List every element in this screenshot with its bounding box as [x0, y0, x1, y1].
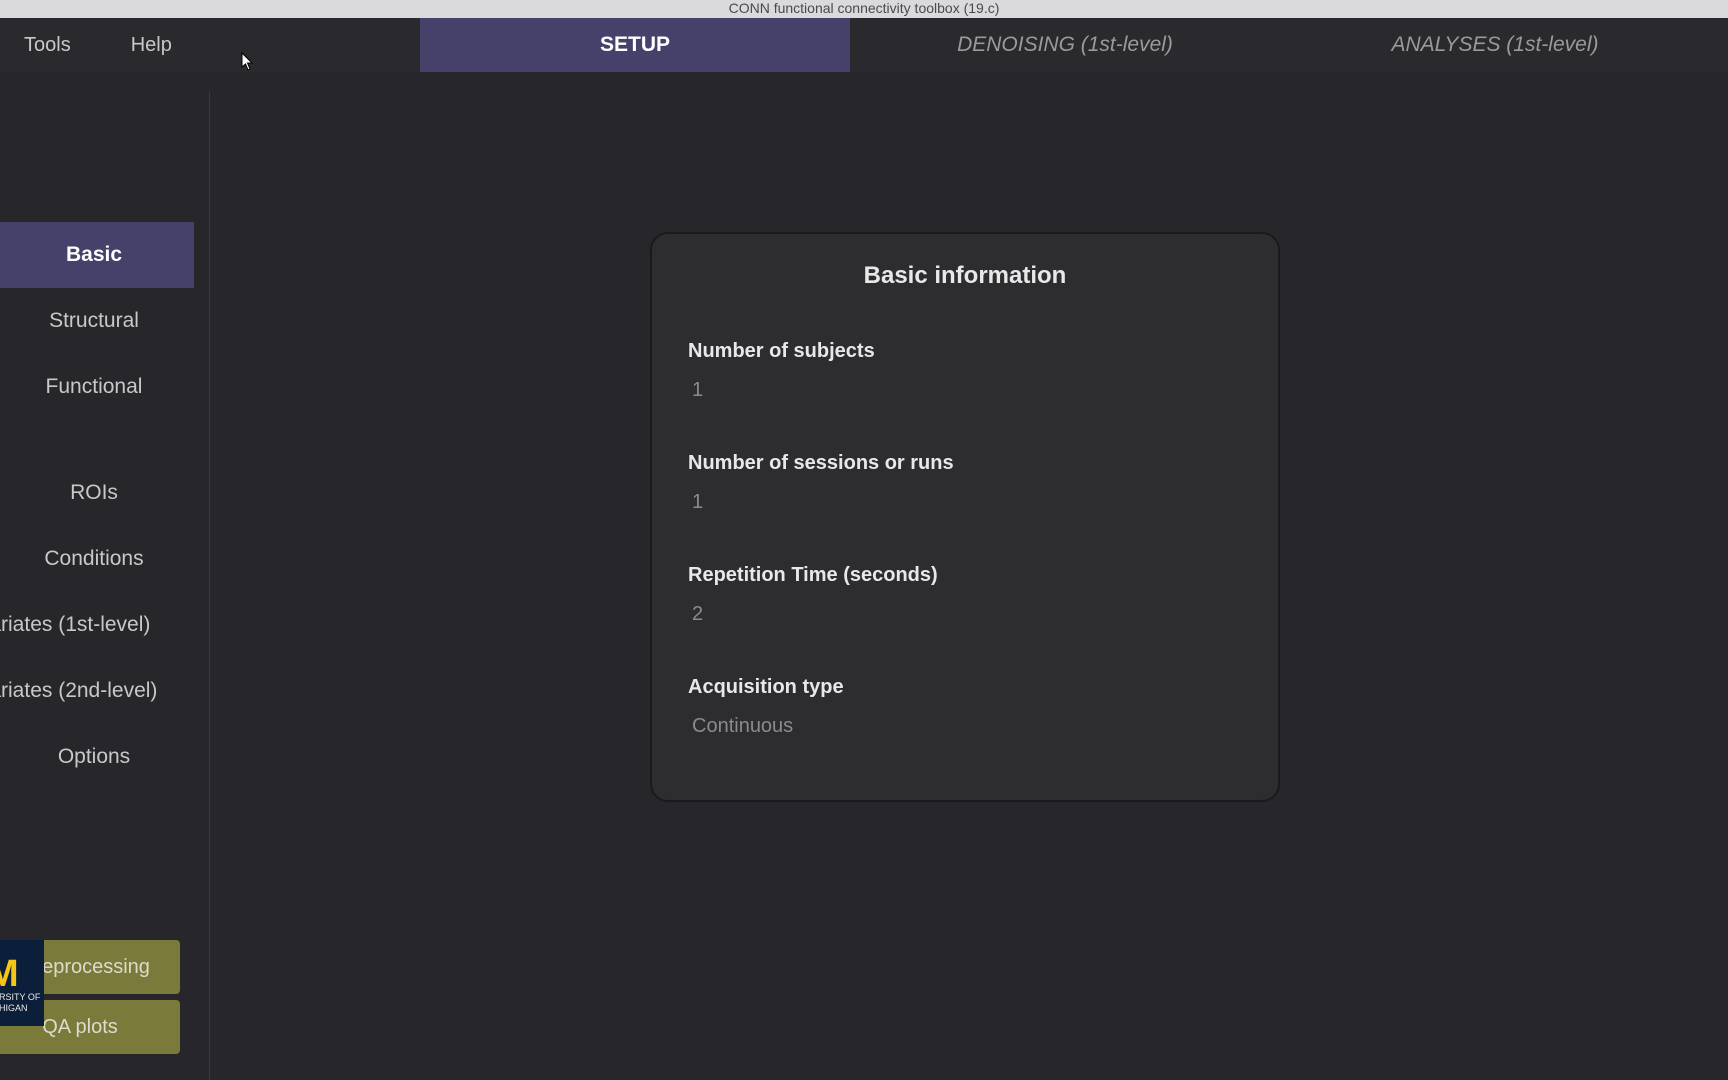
- subjects-value[interactable]: 1: [688, 379, 1242, 402]
- tr-value[interactable]: 2: [688, 603, 1242, 626]
- sidebar-item-covariates-2nd[interactable]: Covariates (2nd-level): [0, 658, 160, 724]
- sidebar-item-conditions[interactable]: Conditions: [0, 526, 194, 592]
- sidebar-item-options[interactable]: Options: [0, 724, 194, 790]
- sidebar: Basic Structural Functional ROIs Conditi…: [0, 92, 210, 1080]
- sidebar-item-rois[interactable]: ROIs: [0, 460, 194, 526]
- tab-denoising[interactable]: DENOISING (1st-level): [850, 18, 1280, 72]
- sidebar-item-structural[interactable]: Structural: [0, 288, 194, 354]
- main-tabs: SETUP DENOISING (1st-level) ANALYSES (1s…: [420, 18, 1728, 72]
- acq-value[interactable]: Continuous: [688, 715, 1242, 738]
- mouse-cursor-icon: [241, 52, 255, 72]
- university-logo: M RSITY OF HIGAN: [0, 940, 44, 1026]
- logo-text-1: RSITY OF: [0, 992, 40, 1003]
- field-tr: Repetition Time (seconds) 2: [688, 564, 1242, 626]
- window-title: CONN functional connectivity toolbox (19…: [0, 0, 1728, 18]
- tr-label: Repetition Time (seconds): [688, 564, 1242, 587]
- menu-tools[interactable]: Tools: [0, 34, 101, 57]
- sidebar-item-basic[interactable]: Basic: [0, 222, 194, 288]
- tab-setup[interactable]: SETUP: [420, 18, 850, 72]
- basic-information-panel: Basic information Number of subjects 1 N…: [650, 232, 1280, 802]
- field-acquisition: Acquisition type Continuous: [688, 676, 1242, 738]
- menu-help[interactable]: Help: [101, 34, 202, 57]
- tab-analyses[interactable]: ANALYSES (1st-level): [1280, 18, 1710, 72]
- field-sessions: Number of sessions or runs 1: [688, 452, 1242, 514]
- sidebar-item-functional[interactable]: Functional: [0, 354, 194, 420]
- sidebar-item-covariates-1st[interactable]: Covariates (1st-level): [0, 592, 160, 658]
- menubar: Tools Help SETUP DENOISING (1st-level) A…: [0, 18, 1728, 72]
- logo-m-icon: M: [0, 953, 13, 996]
- subjects-label: Number of subjects: [688, 340, 1242, 363]
- app-root: Tools Help SETUP DENOISING (1st-level) A…: [0, 18, 1728, 1080]
- logo-text-2: HIGAN: [0, 1003, 28, 1014]
- field-subjects: Number of subjects 1: [688, 340, 1242, 402]
- sessions-label: Number of sessions or runs: [688, 452, 1242, 475]
- workspace: Basic Structural Functional ROIs Conditi…: [0, 72, 1728, 1080]
- panel-title: Basic information: [688, 262, 1242, 290]
- acq-label: Acquisition type: [688, 676, 1242, 699]
- sessions-value[interactable]: 1: [688, 491, 1242, 514]
